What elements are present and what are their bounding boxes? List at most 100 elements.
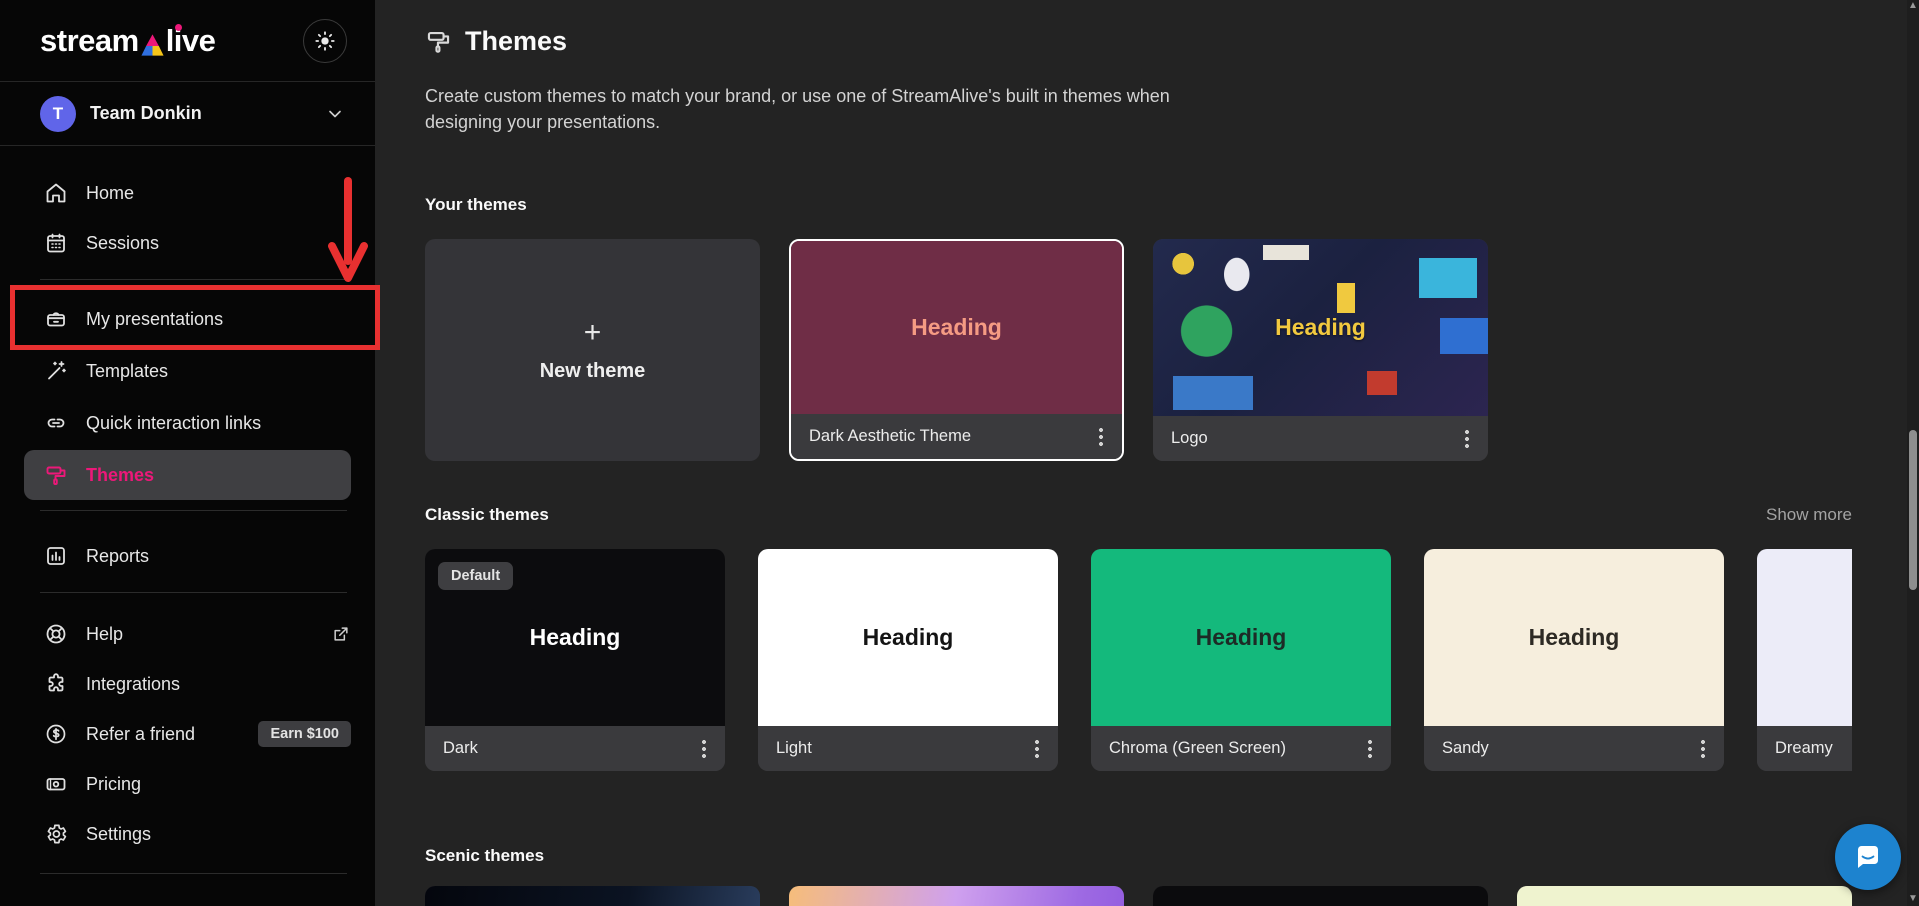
theme-preview-heading: Heading — [863, 624, 954, 651]
theme-card-dark-aesthetic[interactable]: Heading Dark Aesthetic Theme — [789, 239, 1124, 461]
kebab-menu-icon[interactable] — [1700, 739, 1706, 759]
external-link-icon — [331, 624, 351, 644]
gear-icon — [44, 822, 68, 846]
theme-card-dreamy[interactable]: Heading Dreamy — [1757, 549, 1852, 771]
page-title: Themes — [465, 26, 567, 57]
team-switcher[interactable]: T Team Donkin — [0, 82, 375, 146]
chat-launcher-button[interactable] — [1835, 824, 1901, 890]
theme-card-scenic-mellow[interactable] — [1517, 886, 1852, 906]
sidebar-item-label: Help — [86, 624, 123, 645]
sun-icon — [314, 30, 336, 52]
scroll-up-arrow[interactable]: ▲ — [1908, 1, 1918, 11]
sidebar-item-themes[interactable]: Themes — [24, 450, 351, 500]
paint-roller-title-icon — [425, 28, 452, 55]
theme-preview-heading: Heading — [911, 314, 1002, 341]
theme-preview-heading: Heading — [1275, 314, 1366, 341]
sidebar-nav: Home Sessions My presentations — [0, 146, 375, 874]
page-description: Create custom themes to match your brand… — [425, 83, 1225, 135]
sidebar-item-refer-a-friend[interactable]: Refer a friend Earn $100 — [0, 709, 375, 759]
vertical-scrollbar[interactable]: ▲ ▼ — [1907, 0, 1919, 906]
sidebar-item-label: Integrations — [86, 674, 180, 695]
sidebar-item-reports[interactable]: Reports — [0, 531, 375, 581]
default-badge: Default — [438, 562, 513, 590]
theme-preview-heading: Heading — [1529, 624, 1620, 651]
sidebar-item-label: Templates — [86, 361, 168, 382]
theme-card-name: Dreamy — [1775, 739, 1833, 758]
sidebar-item-label: Home — [86, 183, 134, 204]
sidebar-item-label: Refer a friend — [86, 724, 195, 745]
plus-icon: + — [584, 318, 602, 348]
life-buoy-icon — [44, 622, 68, 646]
sidebar-item-quick-interaction-links[interactable]: Quick interaction links — [0, 398, 375, 448]
sidebar-item-label: Settings — [86, 824, 151, 845]
theme-card-scenic-earth[interactable] — [1153, 886, 1488, 906]
sidebar-item-label: Quick interaction links — [86, 413, 261, 434]
scroll-down-arrow[interactable]: ▼ — [1908, 894, 1918, 904]
theme-card-chroma[interactable]: Heading Chroma (Green Screen) — [1091, 549, 1391, 771]
logo-text-stream: stream — [40, 23, 139, 59]
calendar-icon — [44, 231, 68, 255]
presentations-icon — [44, 307, 68, 331]
theme-preview-heading: Heading — [1196, 624, 1287, 651]
earn-badge: Earn $100 — [258, 721, 351, 747]
theme-card-name: Logo — [1171, 429, 1208, 448]
sidebar-item-label: My presentations — [86, 309, 223, 330]
chat-bubble-icon — [1851, 840, 1885, 874]
kebab-menu-icon[interactable] — [1464, 429, 1470, 449]
theme-card-logo[interactable]: Heading Logo — [1153, 239, 1488, 461]
sidebar-item-templates[interactable]: Templates — [0, 346, 375, 396]
kebab-menu-icon[interactable] — [1034, 739, 1040, 759]
scrollbar-thumb[interactable] — [1909, 430, 1917, 590]
banknote-icon — [44, 772, 68, 796]
sidebar-item-integrations[interactable]: Integrations — [0, 659, 375, 709]
chevron-down-icon — [325, 104, 345, 124]
home-icon — [44, 181, 68, 205]
logo-pink-dot — [175, 24, 182, 31]
team-avatar: T — [40, 96, 76, 132]
theme-card-dark[interactable]: Default Heading Dark — [425, 549, 725, 771]
theme-card-sandy[interactable]: Heading Sandy — [1424, 549, 1724, 771]
sidebar-item-label: Sessions — [86, 233, 159, 254]
classic-themes-heading: Classic themes — [425, 505, 549, 525]
sidebar-item-home[interactable]: Home — [0, 168, 375, 218]
kebab-menu-icon[interactable] — [701, 739, 707, 759]
sidebar-item-label: Themes — [86, 465, 154, 486]
scenic-themes-row — [425, 886, 1852, 906]
theme-card-name: Chroma (Green Screen) — [1109, 739, 1286, 758]
new-theme-card[interactable]: + New theme — [425, 239, 760, 461]
link-icon — [44, 411, 68, 435]
logo-text-live: live — [166, 23, 216, 59]
sidebar-header: stream live — [0, 0, 375, 82]
sidebar-item-help[interactable]: Help — [0, 609, 375, 659]
kebab-menu-icon[interactable] — [1098, 427, 1104, 447]
sidebar-item-label: Pricing — [86, 774, 141, 795]
theme-card-scenic-gradient[interactable] — [789, 886, 1124, 906]
sidebar-item-pricing[interactable]: Pricing — [0, 759, 375, 809]
new-theme-label: New theme — [540, 360, 646, 383]
theme-toggle-button[interactable] — [303, 19, 347, 63]
classic-themes-row: Default Heading Dark Heading Light Headi… — [425, 549, 1852, 771]
your-themes-heading: Your themes — [425, 195, 1852, 215]
sidebar-item-sessions[interactable]: Sessions — [0, 218, 375, 268]
theme-card-name: Dark Aesthetic Theme — [809, 427, 971, 446]
magic-wand-icon — [44, 359, 68, 383]
main-content: Themes Create custom themes to match you… — [375, 0, 1919, 906]
show-more-link[interactable]: Show more — [1766, 505, 1852, 525]
logo-triangle-a-icon — [140, 33, 165, 57]
bar-chart-icon — [44, 544, 68, 568]
paint-roller-icon — [44, 463, 68, 487]
sidebar-item-settings[interactable]: Settings — [0, 809, 375, 859]
theme-card-scenic-starry[interactable] — [425, 886, 760, 906]
theme-card-light[interactable]: Heading Light — [758, 549, 1058, 771]
theme-card-name: Dark — [443, 739, 478, 758]
kebab-menu-icon[interactable] — [1367, 739, 1373, 759]
sidebar-item-my-presentations[interactable]: My presentations — [0, 294, 375, 344]
theme-preview-heading: Heading — [530, 624, 621, 651]
divider — [40, 873, 347, 874]
your-themes-row: + New theme Heading Dark Aesthetic Theme… — [425, 239, 1852, 461]
dollar-circle-icon — [44, 722, 68, 746]
sidebar-item-label: Reports — [86, 546, 149, 567]
theme-card-name: Sandy — [1442, 739, 1489, 758]
puzzle-icon — [44, 672, 68, 696]
sidebar: stream live T Team Donkin Home — [0, 0, 375, 906]
